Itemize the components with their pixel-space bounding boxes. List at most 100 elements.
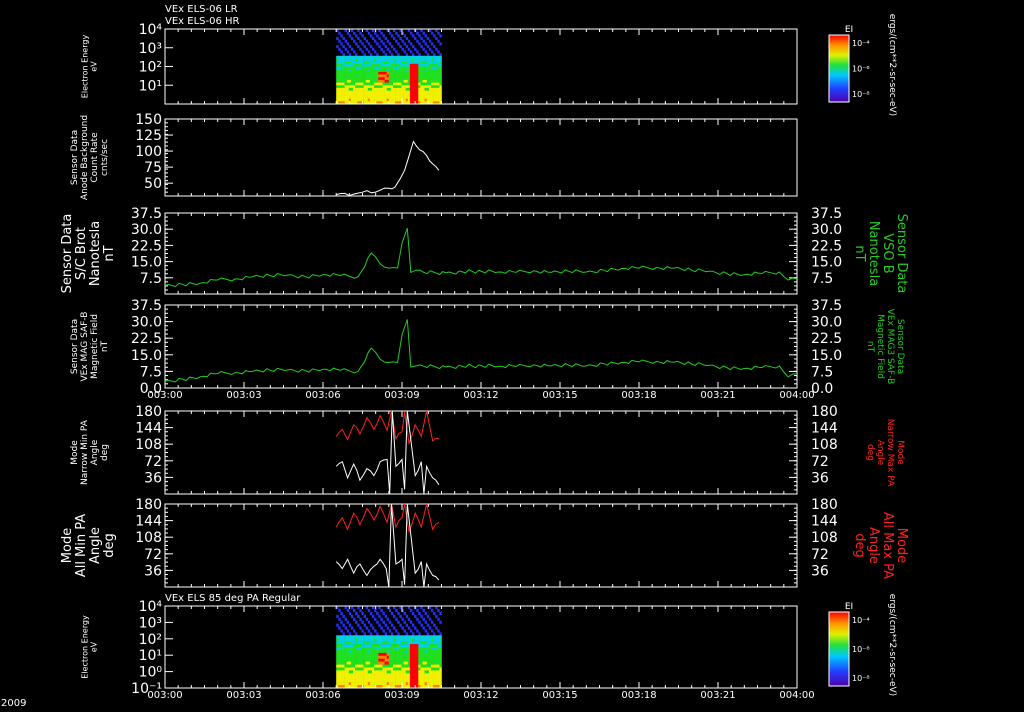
- electron_energy_bottom-cell: [435, 647, 438, 651]
- electron_energy_bottom-cell: [405, 655, 409, 659]
- electron_energy_bottom-cell: [437, 670, 440, 674]
- vexmag-right-label-line-0: Sensor Data: [895, 319, 905, 374]
- electron_energy_bottom-cell: [348, 623, 352, 627]
- electron_energy_bottom-cell: [416, 655, 419, 659]
- vexmag-ytick-label-1: 30.0: [131, 315, 162, 331]
- electron_energy_bottom-cell: [386, 664, 390, 668]
- electron_energy_bottom-cell: [344, 664, 347, 668]
- electron_energy_bottom-cell: [437, 661, 440, 665]
- x-tick-label-1-4: 003:12: [463, 690, 498, 701]
- electron_energy_bottom-cell: [382, 652, 385, 657]
- electron_energy_bottom-cell: [437, 652, 440, 657]
- electron_energy_bottom-cell: [399, 638, 402, 642]
- electron_energy_bottom-cell: [418, 670, 421, 674]
- electron_energy_top-cell: [416, 31, 419, 35]
- electron_energy_top-cell: [401, 90, 404, 94]
- electron_energy_top-cell: [399, 69, 402, 73]
- electron_energy_bottom-cell: [378, 652, 381, 657]
- electron_energy_top-cell: [418, 85, 421, 89]
- electron_energy_bottom-cell: [407, 617, 411, 621]
- electron_energy_top-cell: [428, 74, 432, 78]
- electron_energy_top-cell: [412, 82, 415, 86]
- electron_energy_top-cell: [346, 93, 350, 97]
- electron_energy_top-cell: [418, 53, 421, 57]
- electron_energy_bottom-cell: [409, 676, 413, 680]
- electron_energy_bottom-cell: [376, 658, 379, 662]
- electron_energy_top-cell: [435, 82, 438, 86]
- electron_energy_top-cell: [393, 37, 396, 40]
- electron_energy_bottom-cell: [369, 644, 373, 648]
- electron_energy_bottom-cell: [384, 670, 387, 674]
- electron_energy_top-cell: [380, 58, 383, 62]
- electron_energy_top-cell: [428, 79, 432, 83]
- electron_energy_top-cell: [348, 34, 352, 38]
- electron_energy_bottom-cell: [340, 658, 343, 662]
- electron_energy_top-cell: [369, 53, 373, 57]
- electron_energy_bottom-cell: [369, 682, 373, 686]
- electron_energy_bottom-cell: [401, 644, 404, 648]
- electron_energy_bottom-cell: [395, 644, 398, 648]
- electron_energy_bottom-cell: [397, 632, 400, 636]
- electron_energy_top-cell: [433, 61, 436, 65]
- electron_energy_bottom-cell: [363, 661, 366, 665]
- electron_energy_bottom-cell: [374, 641, 377, 645]
- electron_energy_bottom-cell: [416, 638, 419, 642]
- electron_energy_bottom-cell: [346, 679, 350, 683]
- electron_energy_bottom-cell: [344, 652, 347, 657]
- narrow_pa-ylabel-line-1: Narrow Min PA: [80, 419, 90, 485]
- electron_energy_bottom-cell: [386, 661, 390, 665]
- electron_energy_top-cell: [416, 58, 419, 62]
- electron_energy_bottom-cell: [399, 670, 402, 674]
- electron_energy_top-cell: [374, 87, 377, 91]
- narrow_pa-ytick-label-2: 108: [135, 437, 162, 453]
- electron_energy_bottom-cell: [424, 635, 427, 639]
- electron_energy_top-cell: [407, 96, 411, 99]
- electron_energy_top-cell: [344, 87, 347, 91]
- electron_energy_top-cell: [395, 63, 398, 67]
- electron_energy_top-cell: [428, 71, 432, 75]
- electron_energy_bottom-cell: [414, 647, 417, 651]
- electron_energy_bottom-cell: [414, 670, 417, 674]
- electron_energy_bottom-cell: [395, 629, 398, 633]
- electron_energy_top-cell: [433, 79, 436, 83]
- electron_energy_top-cell: [348, 61, 352, 65]
- electron_energy_top-cell: [401, 58, 404, 62]
- electron_energy_bottom-cell: [338, 682, 341, 686]
- electron_energy_bottom-cell: [412, 661, 415, 665]
- electron_energy_bottom-cell: [384, 638, 387, 642]
- electron_energy_bottom-cell: [363, 647, 366, 651]
- electron_energy_top-cell: [431, 90, 434, 94]
- electron_energy_top-cell: [405, 93, 409, 97]
- electron_energy_bottom-cell: [395, 649, 398, 654]
- electron_energy_bottom-cell: [416, 647, 419, 651]
- electron_energy_top-cell: [355, 58, 358, 62]
- electron_energy_top-cell: [437, 50, 440, 54]
- electron_energy_bottom-cell: [437, 658, 440, 662]
- electron_energy_bottom-cell: [344, 644, 347, 648]
- electron_energy_top-cell: [355, 34, 358, 38]
- electron_energy_top-cell: [395, 55, 398, 59]
- electron_energy_top-cell: [431, 63, 434, 67]
- electron_energy_top-cell: [357, 58, 360, 62]
- electron_energy_bottom-cell: [435, 661, 438, 665]
- electron_energy_top-cell: [418, 61, 421, 65]
- narrow_pa-ytick-label-4: 36: [144, 470, 162, 486]
- electron_energy_bottom-cell: [386, 649, 390, 654]
- electron_energy_bottom-cell: [382, 655, 385, 659]
- electron_energy_top-cell: [390, 58, 394, 62]
- electron_energy_top-cell: [367, 61, 371, 65]
- electron_energy_bottom-cell: [361, 682, 364, 686]
- electron_energy_top-cell: [369, 34, 373, 38]
- electron_energy_top-cell: [359, 47, 362, 51]
- electron_energy_top-cell: [344, 79, 347, 83]
- electron_energy_top-cell: [378, 69, 381, 73]
- electron_energy_bottom-cell: [405, 673, 409, 677]
- electron_energy_top-cell: [435, 69, 438, 73]
- electron_energy_top-cell: [422, 93, 425, 97]
- electron_energy_top-cell: [407, 47, 411, 51]
- electron_energy_bottom-cell: [395, 679, 398, 683]
- electron_energy_bottom-cell: [348, 635, 352, 639]
- electron_energy_top-cell: [369, 55, 373, 59]
- electron_energy_top-cell: [403, 90, 406, 94]
- electron_energy_bottom-cell: [357, 649, 360, 654]
